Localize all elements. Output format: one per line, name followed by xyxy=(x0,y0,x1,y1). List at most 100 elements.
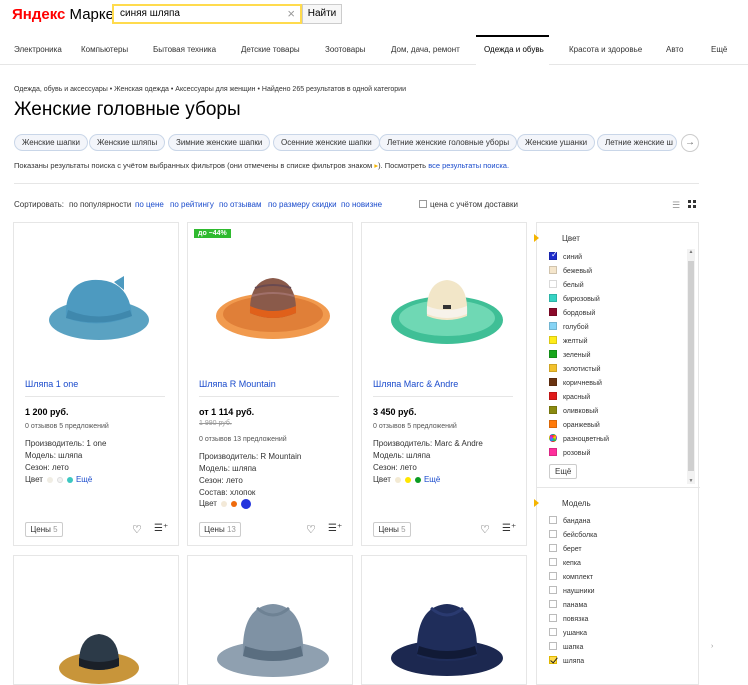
filter-model-option[interactable]: ушанка xyxy=(549,628,587,637)
breadcrumb[interactable]: Одежда, обувь и аксессуары • Женская оде… xyxy=(14,86,406,93)
product-image[interactable] xyxy=(44,268,154,348)
chip-summer-headwear[interactable]: Летние женские головные уборы xyxy=(379,134,518,151)
filter-color-option[interactable]: ✓ синий xyxy=(549,250,582,261)
filter-model-option[interactable]: кепка xyxy=(549,558,581,567)
nav-item-more[interactable]: Ещё xyxy=(711,45,727,54)
heart-icon[interactable]: ♡ xyxy=(480,523,490,536)
product-image[interactable] xyxy=(387,268,507,353)
checkbox-icon[interactable] xyxy=(549,642,557,650)
checkbox-icon[interactable] xyxy=(549,586,557,594)
checkbox-icon[interactable] xyxy=(549,600,557,608)
product-image[interactable] xyxy=(213,594,333,685)
product-name[interactable]: Шляпа R Mountain xyxy=(199,379,276,389)
colors-more-button[interactable]: Ещё xyxy=(549,464,578,479)
color-swatch[interactable] xyxy=(56,476,63,483)
filter-color-option[interactable]: красный xyxy=(549,392,590,401)
search-button[interactable]: Найти xyxy=(302,4,342,24)
product-card-3[interactable]: Шляпа Marc & Andre 3 450 руб. 0 отзывов … xyxy=(361,222,527,546)
clear-icon[interactable]: × xyxy=(287,6,295,21)
chevron-right-icon[interactable]: › xyxy=(711,643,713,650)
filter-color-option[interactable]: оливковый xyxy=(549,406,598,415)
heart-icon[interactable]: ♡ xyxy=(132,523,142,536)
chip-womens-hats[interactable]: Женские шапки xyxy=(14,134,88,151)
filter-model-option[interactable]: бандана xyxy=(549,516,590,525)
search-input[interactable]: синяя шляпа × xyxy=(112,4,302,24)
filter-model-title[interactable]: Модель xyxy=(562,499,591,508)
color-swatch[interactable] xyxy=(66,476,73,483)
filter-model-option[interactable]: бейсболка xyxy=(549,530,597,539)
checkbox-icon[interactable] xyxy=(549,516,557,524)
scroll-down-icon[interactable]: ▼ xyxy=(687,478,695,484)
filter-color-option[interactable]: оранжевый xyxy=(549,420,600,429)
nav-item-electronics[interactable]: Электроника xyxy=(14,45,62,54)
prices-button[interactable]: Цены 13 xyxy=(199,522,241,537)
chevron-right-icon[interactable]: → xyxy=(681,134,699,152)
product-card-6[interactable] xyxy=(361,555,527,685)
checkbox-icon[interactable] xyxy=(549,530,557,538)
checkbox-icon[interactable] xyxy=(549,558,557,566)
nav-item-clothes[interactable]: Одежда и обувь xyxy=(484,45,544,54)
color-swatch[interactable] xyxy=(230,501,237,507)
product-card-4[interactable] xyxy=(13,555,179,685)
nav-item-computers[interactable]: Компьютеры xyxy=(81,45,128,54)
nav-item-auto[interactable]: Авто xyxy=(666,45,683,54)
filter-model-option[interactable]: наушники xyxy=(549,586,595,595)
chip-winter-hats[interactable]: Зимние женские шапки xyxy=(168,134,271,151)
color-swatch[interactable] xyxy=(394,476,401,483)
filter-color-option[interactable]: золотистый xyxy=(549,364,601,373)
nav-item-beauty[interactable]: Красота и здоровье xyxy=(569,45,642,54)
checkbox-icon[interactable] xyxy=(549,628,557,636)
compare-icon[interactable]: ☰⁺ xyxy=(502,523,516,534)
checkbox-icon[interactable] xyxy=(549,656,557,664)
color-swatch[interactable] xyxy=(240,499,251,509)
product-reviews[interactable]: 0 отзывов 5 предложений xyxy=(373,423,457,430)
nav-item-appliances[interactable]: Бытовая техника xyxy=(153,45,216,54)
filter-model-option[interactable]: шляпа xyxy=(549,656,584,665)
filter-color-option[interactable]: желтый xyxy=(549,336,588,345)
all-results-link[interactable]: все результаты поиска. xyxy=(428,161,509,170)
list-view-icon[interactable]: ☰ xyxy=(672,200,680,211)
product-reviews[interactable]: 0 отзывов 5 предложений xyxy=(25,423,109,430)
delivery-price-checkbox[interactable]: цена с учётом доставки xyxy=(419,200,518,209)
scroll-up-icon[interactable]: ▲ xyxy=(687,249,695,255)
sort-price[interactable]: по цене xyxy=(135,200,164,209)
product-image[interactable] xyxy=(213,268,333,348)
product-card-5[interactable] xyxy=(187,555,353,685)
filter-scrollbar[interactable]: ▲ ▼ xyxy=(687,249,695,484)
color-swatch[interactable] xyxy=(46,476,53,483)
filter-model-option[interactable]: панама xyxy=(549,600,587,609)
filter-model-option[interactable]: повязка xyxy=(549,614,588,623)
heart-icon[interactable]: ♡ xyxy=(306,523,316,536)
filter-color-title[interactable]: Цвет xyxy=(562,234,580,243)
more-colors-link[interactable]: Ещё xyxy=(76,475,92,484)
nav-item-kids[interactable]: Детские товары xyxy=(241,45,300,54)
chip-summer-hats[interactable]: Летние женские ш xyxy=(597,134,677,151)
product-name[interactable]: Шляпа 1 one xyxy=(25,379,78,389)
filter-color-option[interactable]: голубой xyxy=(549,322,589,331)
filter-color-option[interactable]: бежевый xyxy=(549,266,592,275)
product-image[interactable] xyxy=(387,596,507,685)
filter-model-option[interactable]: берет xyxy=(549,544,582,553)
filter-model-option[interactable]: комплект xyxy=(549,572,593,581)
checkbox-icon[interactable] xyxy=(549,544,557,552)
sort-popularity[interactable]: по популярности xyxy=(69,200,131,209)
color-swatch[interactable] xyxy=(220,501,227,507)
sort-newest[interactable]: по новизне xyxy=(341,200,382,209)
grid-view-icon[interactable] xyxy=(688,200,696,208)
sort-reviews[interactable]: по отзывам xyxy=(219,200,261,209)
product-name[interactable]: Шляпа Marc & Andre xyxy=(373,379,458,389)
color-swatch[interactable] xyxy=(414,476,421,483)
checkbox-icon[interactable] xyxy=(549,614,557,622)
filter-color-option[interactable]: коричневый xyxy=(549,378,602,387)
nav-item-home[interactable]: Дом, дача, ремонт xyxy=(391,45,460,54)
filter-color-option[interactable]: бордовый xyxy=(549,308,595,317)
color-swatch[interactable] xyxy=(404,476,411,483)
prices-button[interactable]: Цены 5 xyxy=(373,522,411,537)
product-card-1[interactable]: Шляпа 1 one 1 200 руб. 0 отзывов 5 предл… xyxy=(13,222,179,546)
product-card-2[interactable]: до −44% Шляпа R Mountain от 1 114 руб. 1… xyxy=(187,222,353,546)
filter-color-option[interactable]: белый xyxy=(549,280,584,289)
product-image[interactable] xyxy=(54,626,144,685)
chip-earflap-hats[interactable]: Женские ушанки xyxy=(517,134,596,151)
prices-button[interactable]: Цены 5 xyxy=(25,522,63,537)
sort-rating[interactable]: по рейтингу xyxy=(170,200,214,209)
